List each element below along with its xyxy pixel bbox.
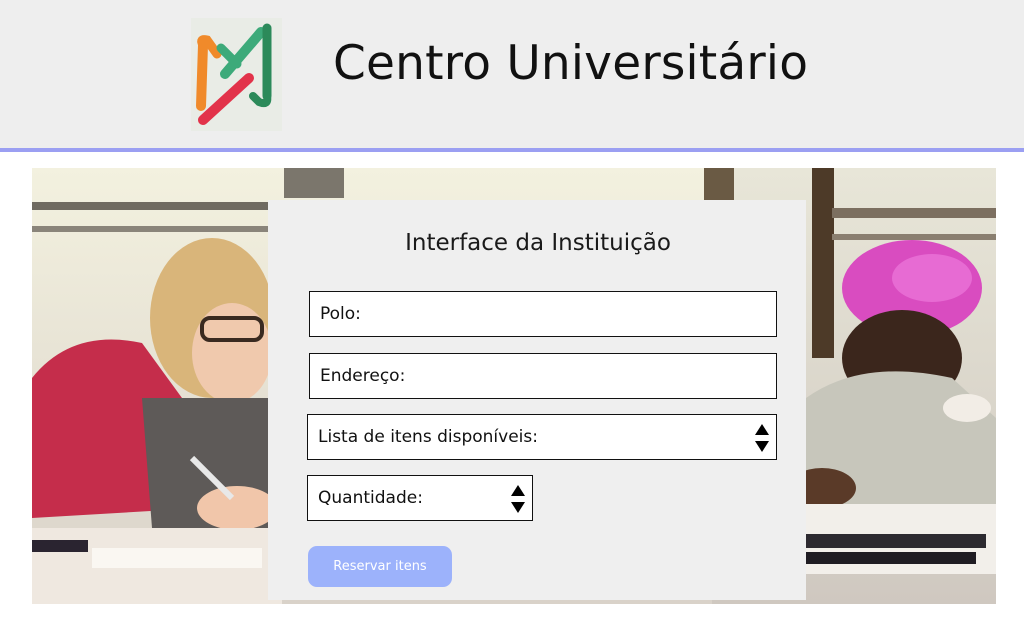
site-header: Centro Universitário [0, 0, 1024, 148]
reserve-items-button[interactable]: Reservar itens [308, 546, 452, 587]
polo-input[interactable] [310, 292, 776, 336]
endereco-field[interactable]: Endereço: [309, 353, 777, 399]
updown-arrows-icon[interactable] [754, 420, 770, 456]
reservation-form-panel: Interface da Instituição Polo: Endereço:… [268, 200, 806, 600]
updown-arrows-icon[interactable] [510, 481, 526, 517]
quantity-stepper[interactable]: Quantidade: [307, 475, 533, 521]
items-label: Lista de itens disponíveis: [318, 427, 538, 447]
endereco-input[interactable] [310, 354, 776, 398]
polo-field[interactable]: Polo: [309, 291, 777, 337]
site-title: Centro Universitário [333, 36, 809, 91]
header-divider [0, 148, 1024, 152]
university-logo [191, 18, 282, 131]
quantity-label: Quantidade: [318, 488, 423, 508]
form-title: Interface da Instituição [405, 230, 671, 256]
logo-icon [196, 23, 272, 125]
items-select[interactable]: Lista de itens disponíveis: [307, 414, 777, 460]
